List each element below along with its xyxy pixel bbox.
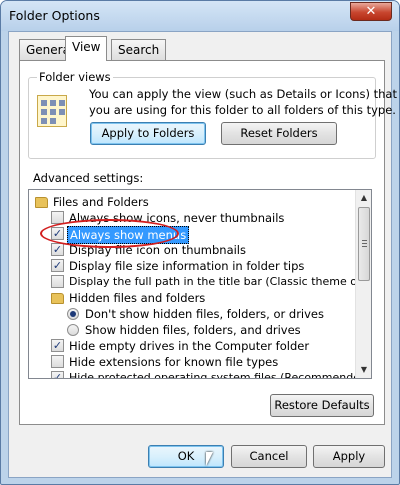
- setting-label: Always show icons, never thumbnails: [69, 211, 285, 225]
- scroll-down-icon[interactable]: ▼: [356, 362, 371, 378]
- setting-label: Display file size information in folder …: [69, 259, 305, 273]
- view-tab-panel: Folder views You can apply the view (suc…: [19, 60, 397, 425]
- folder-views-group: Folder views You can apply the view (suc…: [28, 70, 397, 159]
- reset-folders-button[interactable]: Reset Folders: [221, 122, 337, 145]
- tree-item-label: Files and Folders: [53, 195, 149, 209]
- folder-views-desc-line-1: You can apply the view (such as Details …: [89, 87, 397, 101]
- radio-button[interactable]: [67, 324, 79, 336]
- checkbox[interactable]: [51, 211, 64, 224]
- scroll-up-icon[interactable]: ▲: [356, 190, 371, 206]
- close-button[interactable]: ✕: [350, 2, 392, 21]
- advanced-settings-label: Advanced settings:: [33, 171, 144, 185]
- setting-label: Hide protected operating system files (R…: [69, 371, 372, 379]
- radio-button[interactable]: [67, 308, 79, 320]
- folder-views-icon: [37, 95, 67, 127]
- apply-to-folders-button[interactable]: Apply to Folders: [90, 122, 206, 145]
- setting-label: Show hidden files, folders, and drives: [85, 323, 301, 337]
- mouse-cursor-icon: [206, 452, 213, 466]
- checkbox[interactable]: ✓: [51, 371, 64, 378]
- checkbox[interactable]: ✓: [51, 259, 64, 272]
- setting-label: Hide extensions for known file types: [69, 355, 279, 369]
- checkbox[interactable]: [51, 355, 64, 368]
- folder-icon: [51, 293, 64, 304]
- setting-label: Don't show hidden files, folders, or dri…: [85, 307, 325, 321]
- restore-defaults-button[interactable]: Restore Defaults: [270, 394, 374, 417]
- checkbox[interactable]: ✓: [51, 227, 64, 240]
- setting-label: Display file icon on thumbnails: [69, 243, 246, 257]
- cancel-button[interactable]: Cancel: [231, 445, 307, 468]
- folder-views-desc-line-2: you are using for this folder to all fol…: [89, 103, 396, 117]
- apply-button[interactable]: Apply: [313, 445, 385, 468]
- checkbox[interactable]: ✓: [51, 339, 64, 352]
- checkbox[interactable]: ✓: [51, 243, 64, 256]
- folder-options-window: Folder Options ✕ General View Search Fol…: [0, 0, 400, 485]
- window-title: Folder Options: [9, 8, 100, 23]
- tree-item-label: Hidden files and folders: [69, 291, 206, 305]
- dialog-client-area: General View Search Folder views You can…: [8, 31, 397, 478]
- setting-label: Hide empty drives in the Computer folder: [69, 339, 310, 353]
- checkbox[interactable]: [51, 275, 64, 288]
- scroll-thumb[interactable]: [358, 207, 370, 281]
- tab-view[interactable]: View: [65, 36, 108, 61]
- tab-search[interactable]: Search: [111, 39, 167, 60]
- advanced-settings-list[interactable]: Files and Folders Always show icons, nev…: [28, 189, 372, 379]
- folder-views-label: Folder views: [37, 70, 113, 84]
- folder-views-description: You can apply the view (such as Details …: [89, 86, 397, 118]
- title-bar[interactable]: Folder Options ✕: [1, 1, 399, 31]
- folder-icon: [35, 197, 48, 208]
- setting-label: Display the full path in the title bar (…: [69, 275, 372, 288]
- vertical-scrollbar[interactable]: ▲ ▼: [355, 190, 371, 378]
